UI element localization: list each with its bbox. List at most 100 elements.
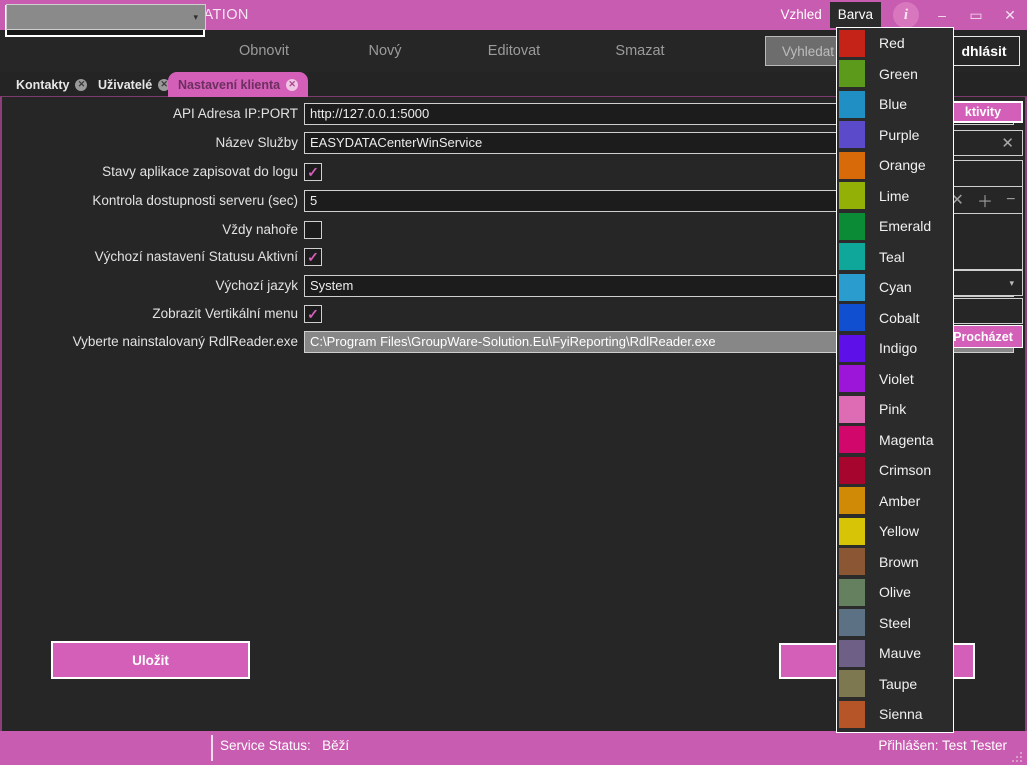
color-menu-item-crimson[interactable]: Crimson bbox=[837, 455, 953, 486]
service-status: Service Status: Běží bbox=[220, 738, 349, 753]
color-menu-item-yellow[interactable]: Yellow bbox=[837, 516, 953, 547]
chevron-down-icon: ▾ bbox=[193, 11, 198, 22]
color-menu-item-purple[interactable]: Purple bbox=[837, 120, 953, 151]
color-menu-item-sienna[interactable]: Sienna bbox=[837, 699, 953, 730]
color-menu-item-label: Crimson bbox=[879, 462, 932, 479]
new-button[interactable]: Nový bbox=[330, 30, 440, 72]
always-on-top-checkbox[interactable] bbox=[304, 220, 322, 239]
color-swatch-icon bbox=[839, 212, 865, 240]
color-menu-item-red[interactable]: Red bbox=[837, 28, 953, 59]
color-menu-item-label: Mauve bbox=[879, 645, 922, 662]
color-swatch-icon bbox=[839, 548, 865, 576]
color-menu-item-green[interactable]: Green bbox=[837, 59, 953, 90]
color-swatch-icon bbox=[839, 609, 865, 637]
default-language-label: Výchozí jazyk bbox=[215, 278, 298, 293]
color-menu-item-label: Cobalt bbox=[879, 309, 920, 326]
color-swatch-icon bbox=[839, 243, 865, 271]
status-separator bbox=[211, 735, 213, 761]
delete-button[interactable]: Smazat bbox=[580, 30, 700, 72]
color-menu-item-label: Emerald bbox=[879, 218, 932, 235]
color-menu-item-label: Magenta bbox=[879, 431, 934, 448]
service-status-value: Běží bbox=[322, 738, 350, 753]
resize-grip-icon[interactable] bbox=[1011, 750, 1023, 762]
color-swatch-icon bbox=[839, 151, 865, 179]
color-dropdown-menu[interactable]: Red Green Blue Purple Orange Lime Emerald Teal C… bbox=[836, 27, 954, 733]
color-menu-item-amber[interactable]: Amber bbox=[837, 486, 953, 517]
right-combo[interactable]: ▾ bbox=[943, 270, 1023, 296]
color-menu-item-violet[interactable]: Violet bbox=[837, 364, 953, 395]
tab-uzivatele[interactable]: Uživatelé ✕ bbox=[88, 72, 180, 97]
right-text-field-2[interactable] bbox=[943, 298, 1023, 324]
tab-close-icon[interactable]: ✕ bbox=[286, 78, 299, 91]
color-menu-item-steel[interactable]: Steel bbox=[837, 608, 953, 639]
color-menu-item-label: Sienna bbox=[879, 706, 923, 723]
server-check-interval-label: Kontrola dostupnosti serveru (sec) bbox=[92, 193, 298, 208]
color-menu-item-label: Amber bbox=[879, 492, 921, 509]
color-menu-item-magenta[interactable]: Magenta bbox=[837, 425, 953, 456]
color-swatch-icon bbox=[839, 487, 865, 515]
default-active-status-label: Výchozí nastavení Statusu Aktivní bbox=[94, 249, 298, 264]
close-icon[interactable]: ✕ bbox=[993, 0, 1027, 30]
chevron-down-icon: ▾ bbox=[1009, 277, 1014, 288]
show-vertical-menu-checkbox[interactable]: ✓ bbox=[304, 304, 322, 323]
clear-field-icon[interactable]: ✕ bbox=[943, 130, 1023, 156]
status-combo[interactable]: ▾ bbox=[6, 4, 206, 30]
color-menu-item-mauve[interactable]: Mauve bbox=[837, 638, 953, 669]
titlebar-right-area: Vzhled Barva i – ▭ ✕ bbox=[772, 0, 1027, 30]
color-swatch-icon bbox=[839, 578, 865, 606]
color-swatch-icon bbox=[839, 517, 865, 545]
color-menu-item-taupe[interactable]: Taupe bbox=[837, 669, 953, 700]
refresh-button[interactable]: Obnovit bbox=[200, 30, 328, 72]
color-menu-item-emerald[interactable]: Emerald bbox=[837, 211, 953, 242]
form-row: Výchozí nastavení Statusu Aktivní ✓ bbox=[2, 243, 322, 270]
color-menu-item-brown[interactable]: Brown bbox=[837, 547, 953, 578]
save-button[interactable]: Uložit bbox=[51, 641, 250, 679]
tab-close-icon[interactable]: ✕ bbox=[75, 78, 88, 91]
browse-button[interactable]: Procházet bbox=[943, 325, 1023, 348]
color-menu-item-pink[interactable]: Pink bbox=[837, 394, 953, 425]
color-menu-item-label: Violet bbox=[879, 370, 914, 387]
always-on-top-label: Vždy nahoře bbox=[222, 222, 298, 237]
color-menu-item-label: Yellow bbox=[879, 523, 919, 540]
activity-button[interactable]: ktivity bbox=[943, 101, 1023, 123]
add-icon[interactable]: ＋ bbox=[977, 188, 993, 212]
edit-button[interactable]: Editovat bbox=[450, 30, 578, 72]
color-menu-item-label: Blue bbox=[879, 96, 908, 113]
menu-item-vzhled[interactable]: Vzhled bbox=[772, 2, 829, 28]
minimize-icon[interactable]: – bbox=[925, 0, 959, 30]
tab-kontakty[interactable]: Kontakty ✕ bbox=[6, 72, 97, 97]
color-swatch-icon bbox=[839, 29, 865, 57]
info-icon[interactable]: i bbox=[893, 2, 919, 28]
color-swatch-icon bbox=[839, 700, 865, 728]
color-menu-item-cyan[interactable]: Cyan bbox=[837, 272, 953, 303]
color-menu-item-indigo[interactable]: Indigo bbox=[837, 333, 953, 364]
color-menu-item-label: Red bbox=[879, 35, 905, 52]
color-menu-item-teal[interactable]: Teal bbox=[837, 242, 953, 273]
show-vertical-menu-label: Zobrazit Vertikální menu bbox=[152, 306, 298, 321]
default-active-status-checkbox[interactable]: ✓ bbox=[304, 247, 322, 266]
color-swatch-icon bbox=[839, 639, 865, 667]
tab-nastaveni-klienta[interactable]: Nastavení klienta ✕ bbox=[168, 72, 309, 97]
color-menu-item-olive[interactable]: Olive bbox=[837, 577, 953, 608]
color-menu-item-label: Purple bbox=[879, 126, 920, 143]
tab-nastaveni-klienta-label: Nastavení klienta bbox=[178, 77, 281, 92]
form-row: Zobrazit Vertikální menu ✓ bbox=[2, 300, 322, 327]
color-swatch-icon bbox=[839, 365, 865, 393]
minus-icon[interactable]: − bbox=[1006, 191, 1015, 209]
right-text-field[interactable] bbox=[943, 160, 1023, 188]
color-menu-item-label: Cyan bbox=[879, 279, 912, 296]
color-swatch-icon bbox=[839, 456, 865, 484]
menu-item-barva[interactable]: Barva bbox=[829, 2, 881, 28]
maximize-icon[interactable]: ▭ bbox=[959, 0, 993, 30]
color-menu-item-lime[interactable]: Lime bbox=[837, 181, 953, 212]
color-menu-item-blue[interactable]: Blue bbox=[837, 89, 953, 120]
rdlreader-path-label: Vyberte nainstalovaný RdlReader.exe bbox=[72, 334, 298, 349]
right-list-box[interactable] bbox=[943, 213, 1023, 270]
log-states-checkbox[interactable]: ✓ bbox=[304, 162, 322, 181]
color-menu-item-cobalt[interactable]: Cobalt bbox=[837, 303, 953, 334]
color-menu-item-orange[interactable]: Orange bbox=[837, 150, 953, 181]
color-swatch-icon bbox=[839, 121, 865, 149]
service-status-label: Service Status: bbox=[220, 738, 311, 753]
application-window: EASYBUILDER APPLICATION Vzhled Barva i –… bbox=[0, 0, 1027, 765]
api-address-label: API Adresa IP:PORT bbox=[172, 106, 298, 121]
